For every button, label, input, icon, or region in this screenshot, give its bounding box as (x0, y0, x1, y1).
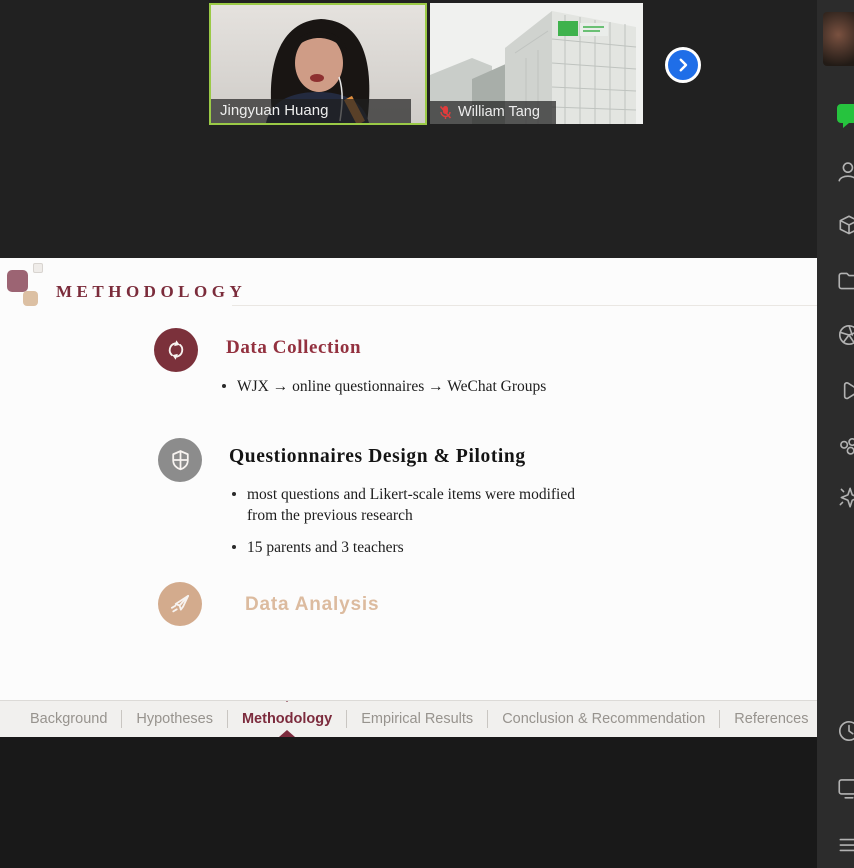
participant-name: Jingyuan Huang (220, 102, 328, 119)
tab-conclusion-recommendation[interactable]: Conclusion & Recommendation (488, 701, 719, 737)
section-heading: Questionnaires Design & Piloting (229, 446, 526, 468)
participants-button[interactable] (836, 159, 854, 185)
tab-background[interactable]: Background (16, 701, 121, 737)
aperture-icon (836, 322, 854, 348)
participants-icon (836, 159, 854, 185)
more-menu-button[interactable] (836, 832, 854, 858)
chevron-right-icon (674, 56, 692, 74)
title-divider (232, 305, 817, 306)
stage-background-bottom (0, 737, 817, 868)
slide-tab-bar: Background Hypotheses Methodology Empiri… (0, 700, 817, 737)
bullet-item: 15 parents and 3 teachers (232, 537, 404, 558)
tab-hypotheses[interactable]: Hypotheses (122, 701, 227, 737)
sparkle-icon (836, 484, 854, 510)
slide-logo-square-big (7, 270, 28, 292)
paper-plane-icon (167, 591, 193, 617)
participant-name-label: Jingyuan Huang (211, 99, 411, 123)
questionnaires-badge (158, 438, 202, 482)
apps-button[interactable] (836, 213, 854, 239)
slide-logo-square-small (33, 263, 43, 273)
shield-icon (168, 448, 193, 473)
video-tile-jingyuan-huang[interactable]: Jingyuan Huang (209, 3, 427, 125)
active-tab-marker-bottom (279, 730, 295, 737)
folder-icon (836, 268, 854, 294)
bullet-dot (232, 545, 236, 549)
chat-bubble-icon (836, 103, 854, 129)
bullet-dot (222, 384, 226, 388)
bullet-item: WJX → online questionnaires → WeChat Gro… (222, 376, 546, 397)
menu-icon (836, 832, 854, 858)
active-tab-marker-top (280, 700, 294, 702)
bullet-text: 15 parents and 3 teachers (247, 537, 404, 558)
bullet-dot (232, 492, 236, 496)
documents-button[interactable] (836, 268, 854, 294)
sync-arrows-icon (163, 337, 189, 363)
chat-button[interactable] (836, 103, 854, 129)
data-analysis-badge (158, 582, 202, 626)
camera-effects-button[interactable] (836, 322, 854, 348)
data-collection-badge (154, 328, 198, 372)
tab-empirical-results[interactable]: Empirical Results (347, 701, 487, 737)
participant-name: William Tang (458, 104, 540, 120)
play-shape-icon (836, 379, 854, 405)
screen-share-button[interactable] (836, 775, 854, 801)
video-tile-william-tang[interactable]: William Tang (430, 3, 643, 124)
slide-logo-square-tan (23, 291, 38, 306)
tab-label: Methodology (242, 711, 332, 727)
clock-icon (836, 718, 854, 744)
effects-button[interactable] (836, 435, 854, 461)
shared-screen-slide: METHODOLOGY Data Collection WJX → online… (0, 258, 817, 737)
cube-icon (836, 213, 854, 239)
tab-methodology[interactable]: Methodology (228, 701, 346, 737)
bullet-text: most questions and Likert-scale items we… (247, 484, 584, 526)
section-heading: Data Analysis (245, 594, 379, 616)
media-button[interactable] (836, 379, 854, 405)
self-view-avatar[interactable] (823, 12, 854, 66)
bullet-text: WJX → online questionnaires → WeChat Gro… (237, 376, 546, 397)
beauty-filter-button[interactable] (836, 484, 854, 510)
participant-name-label: William Tang (430, 101, 556, 124)
bullet-item: most questions and Likert-scale items we… (232, 484, 584, 526)
slide-title: METHODOLOGY (56, 282, 246, 302)
section-heading: Data Collection (226, 337, 361, 359)
mic-muted-icon (439, 105, 452, 120)
screen-icon (836, 775, 854, 801)
meeting-window: Jingyuan Huang (0, 0, 854, 868)
meeting-toolbar (817, 0, 854, 868)
timer-button[interactable] (836, 718, 854, 744)
cluster-icon (836, 435, 854, 461)
tab-references[interactable]: References (720, 701, 817, 737)
next-participants-button[interactable] (665, 47, 701, 83)
